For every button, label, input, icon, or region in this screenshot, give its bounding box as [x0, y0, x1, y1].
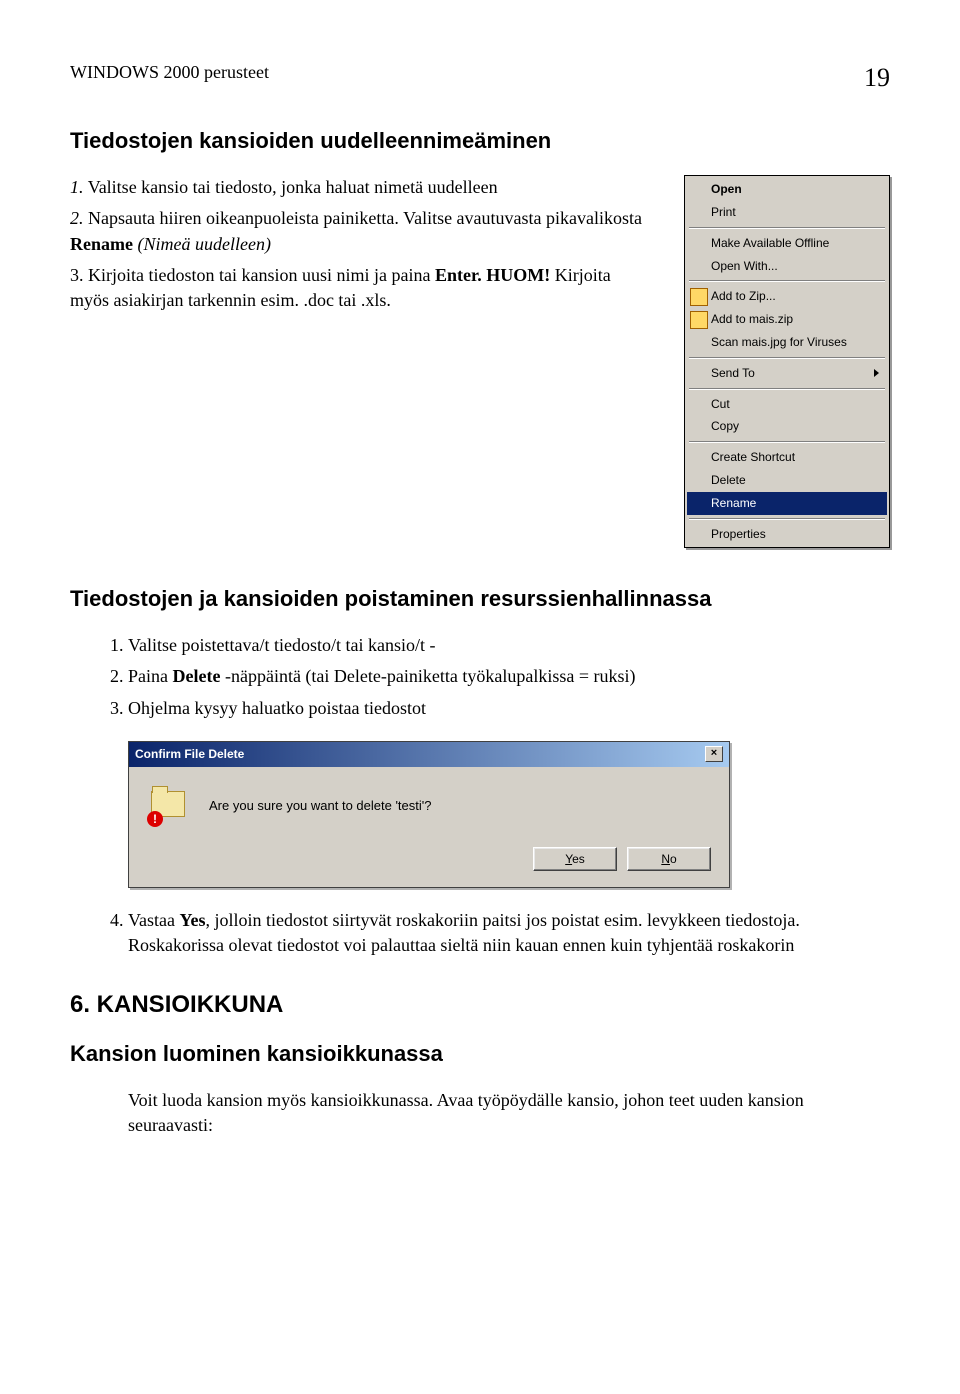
section-subtitle-create-folder: Kansion luominen kansioikkunassa: [70, 1039, 890, 1070]
menu-separator: [689, 518, 885, 520]
dialog-title: Confirm File Delete: [135, 746, 244, 763]
menu-separator: [689, 227, 885, 229]
submenu-arrow-icon: [874, 369, 879, 377]
delete-step-3: Ohjelma kysyy haluatko poistaa tiedostot: [128, 696, 890, 721]
step-number: 2.: [70, 208, 84, 228]
delete-step-2: Paina Delete -näppäintä (tai Delete-pain…: [128, 664, 890, 689]
page-number: 19: [864, 60, 890, 96]
step-number: 1.: [70, 177, 84, 197]
yes-button[interactable]: Yes: [533, 847, 617, 871]
menu-item-send-to[interactable]: Send To: [687, 362, 887, 385]
menu-item-create-shortcut[interactable]: Create Shortcut: [687, 446, 887, 469]
menu-item-delete[interactable]: Delete: [687, 469, 887, 492]
menu-separator: [689, 357, 885, 359]
menu-item-open[interactable]: Open: [687, 178, 887, 201]
close-icon: ×: [711, 747, 717, 759]
delete-step-4: Vastaa Yes, jolloin tiedostot siirtyvät …: [128, 908, 890, 958]
header-title: WINDOWS 2000 perusteet: [70, 60, 269, 96]
rename-steps: 1. Valitse kansio tai tiedosto, jonka ha…: [70, 175, 654, 319]
dialog-body: ! Are you sure you want to delete 'testi…: [129, 767, 729, 839]
menu-item-print[interactable]: Print: [687, 201, 887, 224]
menu-item-make-offline[interactable]: Make Available Offline: [687, 232, 887, 255]
step-3: 3. Kirjoita tiedoston tai kansion uusi n…: [70, 263, 654, 313]
dialog-titlebar: Confirm File Delete ×: [129, 742, 729, 767]
menu-item-open-with[interactable]: Open With...: [687, 255, 887, 278]
menu-separator: [689, 280, 885, 282]
menu-item-add-to-mais-zip[interactable]: Add to mais.zip: [687, 308, 887, 331]
menu-item-rename[interactable]: Rename: [687, 492, 887, 515]
menu-item-add-to-zip[interactable]: Add to Zip...: [687, 285, 887, 308]
winzip-icon: [690, 288, 708, 306]
confirm-file-delete-dialog: Confirm File Delete × ! Are you sure you…: [128, 741, 730, 888]
menu-item-scan-viruses[interactable]: Scan mais.jpg for Viruses: [687, 331, 887, 354]
create-folder-body: Voit luoda kansion myös kansioikkunassa.…: [128, 1088, 890, 1138]
warning-folder-icon: !: [147, 785, 191, 829]
menu-separator: [689, 388, 885, 390]
menu-item-copy[interactable]: Copy: [687, 415, 887, 438]
close-button[interactable]: ×: [705, 746, 723, 762]
delete-steps: Valitse poistettava/t tiedosto/t tai kan…: [128, 633, 890, 721]
context-menu: Open Print Make Available Offline Open W…: [684, 175, 890, 548]
menu-item-properties[interactable]: Properties: [687, 523, 887, 546]
winzip-icon: [690, 311, 708, 329]
step-1: 1. Valitse kansio tai tiedosto, jonka ha…: [70, 175, 654, 200]
no-button[interactable]: No: [627, 847, 711, 871]
step-2: 2. Napsauta hiiren oikeanpuoleista paini…: [70, 206, 654, 256]
step-number: 3.: [70, 265, 84, 285]
menu-item-cut[interactable]: Cut: [687, 393, 887, 416]
section-title-kansioikkuna: 6. KANSIOIKKUNA: [70, 988, 890, 1022]
page-header: WINDOWS 2000 perusteet 19: [70, 60, 890, 96]
delete-steps-cont: Vastaa Yes, jolloin tiedostot siirtyvät …: [128, 908, 890, 958]
delete-step-1: Valitse poistettava/t tiedosto/t tai kan…: [128, 633, 890, 658]
section-title-delete: Tiedostojen ja kansioiden poistaminen re…: [70, 584, 890, 615]
section-title-rename: Tiedostojen kansioiden uudelleennimeämin…: [70, 126, 890, 157]
dialog-buttons: Yes No: [129, 839, 729, 887]
menu-separator: [689, 441, 885, 443]
dialog-message: Are you sure you want to delete 'testi'?: [209, 797, 431, 815]
